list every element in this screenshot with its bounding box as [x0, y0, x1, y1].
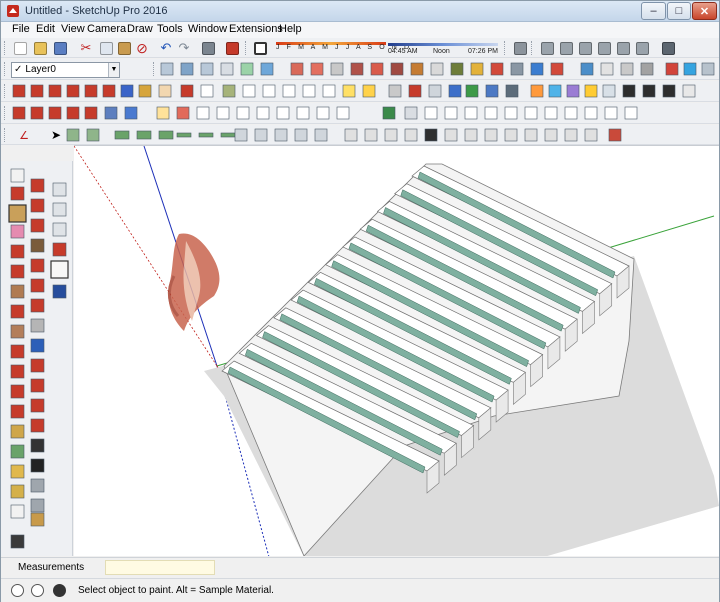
layer-check-icon: ✓	[14, 64, 23, 75]
shadow-settings-bar: J F M A M J J A S O N D 04:45 AM Noon 07…	[272, 40, 502, 58]
model-info-icon[interactable]	[223, 39, 241, 57]
copy-icon[interactable]	[97, 39, 115, 57]
top-view-icon[interactable]	[538, 39, 556, 57]
right-view-icon[interactable]	[576, 39, 594, 57]
sketchup-logo-icon	[7, 5, 19, 17]
chevron-down-icon[interactable]: ▼	[108, 63, 119, 77]
measurements-input[interactable]	[105, 560, 215, 575]
large-tool-set-icons[interactable]	[1, 161, 73, 556]
left-toolbar	[1, 161, 73, 556]
credits-icon[interactable]	[31, 584, 44, 597]
menu-draw[interactable]: Draw	[125, 23, 155, 35]
toolbar-grip	[153, 62, 156, 76]
menu-tools[interactable]: Tools	[155, 23, 185, 35]
toolbar-row-sandbox	[1, 81, 719, 102]
toolbar-grip	[4, 128, 7, 142]
bottom-view-icon[interactable]	[633, 39, 651, 57]
solid-tools-icons[interactable]	[11, 82, 719, 100]
menu-view[interactable]: View	[59, 23, 87, 35]
layer-name: Layer0	[25, 64, 56, 75]
section-view-icon[interactable]	[659, 39, 677, 57]
status-bar: Select object to paint. Alt = Sample Mat…	[1, 578, 719, 602]
left-view-icon[interactable]	[614, 39, 632, 57]
toolbar-grip	[4, 62, 7, 76]
menu-file[interactable]: File	[10, 23, 32, 35]
menu-camera[interactable]: Camera	[85, 23, 128, 35]
front-view-icon[interactable]	[557, 39, 575, 57]
drawing-viewport[interactable]	[74, 145, 719, 556]
time-noon: Noon	[433, 48, 450, 55]
toolbar-grip	[4, 41, 7, 55]
title-bar: Untitled - SketchUp Pro 2016 – □ ✕	[1, 1, 719, 22]
toolbar-grip	[245, 41, 248, 55]
scale-figure	[167, 233, 220, 331]
model-canvas[interactable]	[74, 146, 719, 556]
maximize-button[interactable]: □	[667, 2, 691, 20]
new-icon[interactable]	[11, 39, 29, 57]
shadows-icon[interactable]	[251, 39, 269, 57]
drawing-tools-icons[interactable]	[11, 104, 719, 122]
measurements-bar: Measurements	[1, 557, 719, 577]
erase-icon[interactable]: ⊘	[133, 39, 151, 57]
minimize-button[interactable]: –	[641, 2, 666, 20]
redo-icon[interactable]: ↷	[175, 39, 193, 57]
menu-bar: File Edit View Camera Draw Tools Window …	[1, 22, 719, 38]
iso-view-icon[interactable]	[511, 39, 529, 57]
layer-dropdown[interactable]: ✓ Layer0 ▼	[11, 62, 120, 78]
toolbar-grip	[504, 41, 507, 55]
select-arrow-icon[interactable]: ➤	[47, 126, 65, 144]
toolbar-row-selection: ∠ ➤	[1, 125, 719, 145]
toolbar-grip	[4, 84, 7, 98]
undo-icon[interactable]: ↶	[157, 39, 175, 57]
time-end: 07:26 PM	[468, 48, 498, 55]
app-window: Untitled - SketchUp Pro 2016 – □ ✕ File …	[0, 0, 720, 602]
print-icon[interactable]	[199, 39, 217, 57]
status-message: Select object to paint. Alt = Sample Mat…	[78, 585, 274, 596]
geo-location-icon[interactable]	[11, 584, 24, 597]
user-icon[interactable]	[53, 584, 66, 597]
menu-window[interactable]: Window	[186, 23, 229, 35]
toolbar-row-layers: ✓ Layer0 ▼	[1, 59, 719, 80]
selection-tools-icons[interactable]	[65, 126, 645, 144]
close-button[interactable]: ✕	[692, 2, 717, 20]
menu-help[interactable]: Help	[277, 23, 304, 35]
window-title: Untitled - SketchUp Pro 2016	[25, 5, 168, 17]
open-icon[interactable]	[31, 39, 49, 57]
paste-icon[interactable]	[115, 39, 133, 57]
toolbar-grip	[531, 41, 534, 55]
toolbar-grip	[4, 106, 7, 120]
menu-edit[interactable]: Edit	[34, 23, 57, 35]
toolbar-row-drawing	[1, 103, 719, 124]
cut-icon[interactable]: ✂	[77, 39, 95, 57]
style-toolbar-icons[interactable]	[159, 60, 719, 78]
measure-angle-icon[interactable]: ∠	[15, 126, 33, 144]
time-start: 04:45 AM	[388, 48, 418, 55]
time-slider[interactable]: 04:45 AM Noon 07:26 PM	[388, 42, 498, 56]
save-icon[interactable]	[51, 39, 69, 57]
toolbar-row-standard: ✂ ⊘ ↶ ↷ J F M A M J J A S O N D 04:45 AM…	[1, 38, 719, 58]
back-view-icon[interactable]	[595, 39, 613, 57]
measurements-label: Measurements	[18, 562, 85, 573]
